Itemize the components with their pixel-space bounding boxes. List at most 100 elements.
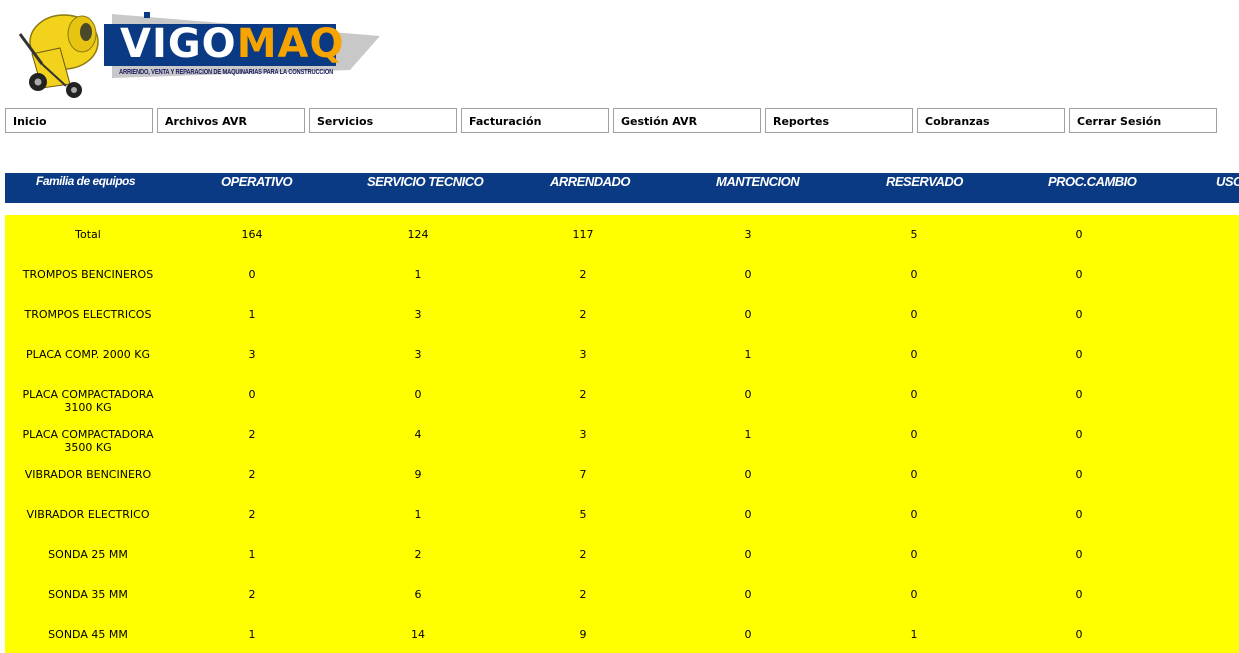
cell-proc-cambio: 0: [1075, 348, 1083, 361]
table-row: VIBRADOR ELECTRICO 2 1 5 0 0 0: [5, 495, 1239, 535]
table-row: SONDA 25 MM 1 2 2 0 0 0: [5, 535, 1239, 575]
cell-arrendado: 2: [579, 308, 587, 321]
logo-title-orange: MAQ: [236, 21, 345, 67]
row-name: PLACA COMP. 2000 KG: [25, 348, 151, 361]
nav-gestion-avr-button[interactable]: Gestión AVR: [613, 108, 761, 133]
table-body: Total 164 124 117 3 5 0 TROMPOS BENCINER…: [5, 215, 1239, 653]
cell-mantencion: 0: [744, 468, 752, 481]
column-header-uso: USO: [1216, 174, 1239, 189]
cell-reservado: 0: [910, 548, 918, 561]
cell-arrendado: 9: [579, 628, 587, 641]
column-header-familia: Familia de equipos: [36, 174, 136, 188]
nav-inicio-button[interactable]: Inicio: [5, 108, 153, 133]
cell-reservado: 0: [910, 508, 918, 521]
cell-operativo: 2: [248, 508, 256, 521]
cell-reservado: 0: [910, 268, 918, 281]
cell-operativo: 1: [248, 548, 256, 561]
cell-servicio-tecnico: 2: [414, 548, 422, 561]
cell-servicio-tecnico: 9: [414, 468, 422, 481]
row-name: SONDA 45 MM: [48, 628, 128, 641]
cell-arrendado: 5: [579, 508, 587, 521]
cell-reservado: 0: [910, 308, 918, 321]
cell-reservado: 0: [910, 468, 918, 481]
cell-proc-cambio: 0: [1075, 588, 1083, 601]
cell-servicio-tecnico: 6: [414, 588, 422, 601]
nav-facturacion-button[interactable]: Facturación: [461, 108, 609, 133]
cell-operativo: 2: [248, 588, 256, 601]
cell-arrendado: 2: [579, 268, 587, 281]
cell-operativo: 2: [248, 468, 256, 481]
table-row: PLACA COMPACTADORA 3500 KG 2 4 3 1 0 0: [5, 415, 1239, 455]
cell-arrendado: 2: [579, 548, 587, 561]
cell-arrendado: 2: [579, 388, 587, 401]
cell-mantencion: 0: [744, 628, 752, 641]
cell-servicio-tecnico: 4: [414, 428, 422, 441]
cell-mantencion: 0: [744, 548, 752, 561]
cell-servicio-tecnico: 3: [414, 308, 422, 321]
cell-reservado: 0: [910, 428, 918, 441]
table-row: Total 164 124 117 3 5 0: [5, 215, 1239, 255]
cell-operativo: 0: [248, 268, 256, 281]
cell-reservado: 1: [910, 628, 918, 641]
cell-operativo: 1: [248, 628, 256, 641]
table-row: VIBRADOR BENCINERO 2 9 7 0 0 0: [5, 455, 1239, 495]
cell-operativo: 0: [248, 388, 256, 401]
nav-reportes-button[interactable]: Reportes: [765, 108, 913, 133]
row-name: TROMPOS ELECTRICOS: [24, 308, 152, 321]
cell-servicio-tecnico: 1: [414, 508, 422, 521]
table-row: SONDA 35 MM 2 6 2 0 0 0: [5, 575, 1239, 615]
cell-operativo: 2: [248, 428, 256, 441]
cell-proc-cambio: 0: [1075, 508, 1083, 521]
cell-servicio-tecnico: 124: [407, 228, 429, 241]
cell-reservado: 0: [910, 388, 918, 401]
cell-mantencion: 0: [744, 268, 752, 281]
vigomaq-logo: VIGOMAQ ARRIENDO, VENTA Y REPARACION DE …: [12, 4, 392, 100]
column-header-proc-cambio: PROC.CAMBIO: [1048, 174, 1137, 189]
nav-cobranzas-button[interactable]: Cobranzas: [917, 108, 1065, 133]
cell-mantencion: 0: [744, 508, 752, 521]
nav-cerrar-sesion-button[interactable]: Cerrar Sesión: [1069, 108, 1217, 133]
cell-proc-cambio: 0: [1075, 268, 1083, 281]
cell-mantencion: 1: [744, 428, 752, 441]
column-header-mantencion: MANTENCION: [716, 174, 800, 189]
logo-tagline: ARRIENDO, VENTA Y REPARACION DE MAQUINAR…: [119, 69, 334, 76]
table-row: SONDA 45 MM 1 14 9 0 1 0: [5, 615, 1239, 653]
cell-mantencion: 0: [744, 308, 752, 321]
row-name: PLACA COMPACTADORA 3500 KG: [22, 428, 154, 454]
cell-proc-cambio: 0: [1075, 548, 1083, 561]
cell-proc-cambio: 0: [1075, 388, 1083, 401]
cell-proc-cambio: 0: [1075, 428, 1083, 441]
nav-servicios-button[interactable]: Servicios: [309, 108, 457, 133]
cell-reservado: 0: [910, 348, 918, 361]
cell-operativo: 164: [241, 228, 263, 241]
cell-arrendado: 117: [572, 228, 594, 241]
nav-archivos-avr-button[interactable]: Archivos AVR: [157, 108, 305, 133]
cell-servicio-tecnico: 14: [411, 628, 425, 641]
row-name: VIBRADOR BENCINERO: [24, 468, 152, 481]
cell-mantencion: 0: [744, 388, 752, 401]
column-header-servicio-tecnico: SERVICIO TECNICO: [367, 174, 484, 189]
cell-arrendado: 3: [579, 428, 587, 441]
logo-title: VIGOMAQ: [120, 24, 344, 64]
cell-mantencion: 3: [744, 228, 752, 241]
cell-proc-cambio: 0: [1075, 468, 1083, 481]
cell-reservado: 5: [910, 228, 918, 241]
cell-servicio-tecnico: 0: [414, 388, 422, 401]
column-header-reservado: RESERVADO: [886, 174, 963, 189]
cell-reservado: 0: [910, 588, 918, 601]
row-name: TROMPOS BENCINEROS: [22, 268, 154, 281]
cell-servicio-tecnico: 3: [414, 348, 422, 361]
table-header: Familia de equipos OPERATIVO SERVICIO TE…: [5, 173, 1239, 203]
cell-arrendado: 3: [579, 348, 587, 361]
row-name: Total: [75, 228, 101, 241]
cell-proc-cambio: 0: [1075, 308, 1083, 321]
cell-proc-cambio: 0: [1075, 228, 1083, 241]
cell-arrendado: 7: [579, 468, 587, 481]
row-name: SONDA 25 MM: [48, 548, 128, 561]
cell-servicio-tecnico: 1: [414, 268, 422, 281]
table-row: TROMPOS BENCINEROS 0 1 2 0 0 0: [5, 255, 1239, 295]
row-name: VIBRADOR ELECTRICO: [26, 508, 150, 521]
cell-mantencion: 0: [744, 588, 752, 601]
cell-proc-cambio: 0: [1075, 628, 1083, 641]
cell-arrendado: 2: [579, 588, 587, 601]
